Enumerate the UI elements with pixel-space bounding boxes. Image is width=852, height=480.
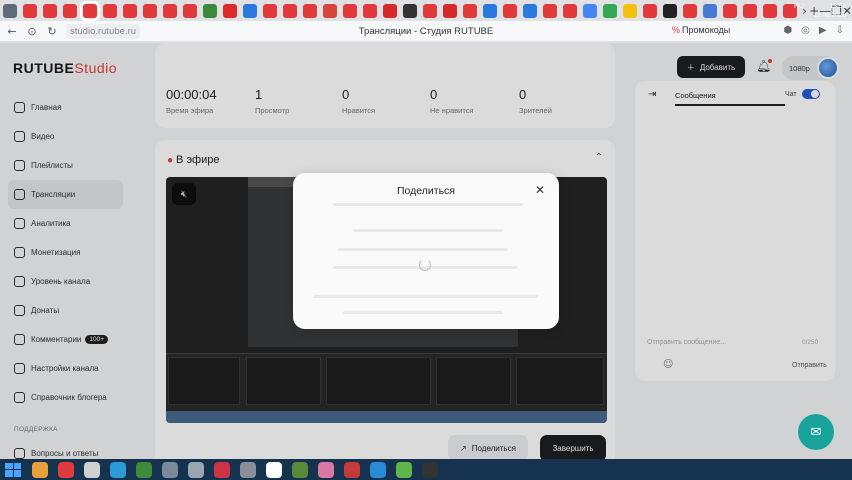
- google-icon[interactable]: [583, 3, 597, 18]
- blue-icon[interactable]: [523, 3, 537, 18]
- close-icon[interactable]: ✕: [535, 183, 545, 197]
- yandex-icon[interactable]: [563, 3, 577, 18]
- yandex-icon[interactable]: [283, 3, 297, 18]
- loading-spinner-icon: [419, 259, 431, 271]
- taskbar-app-icon[interactable]: [292, 461, 308, 478]
- os-taskbar: [0, 459, 852, 480]
- loading-placeholder: [338, 248, 508, 251]
- taskbar-app-icon[interactable]: [136, 461, 152, 478]
- taskbar-app-icon[interactable]: [162, 461, 178, 478]
- loading-placeholder: [313, 295, 538, 298]
- gmail-icon[interactable]: [323, 3, 337, 18]
- taskbar-app-icon[interactable]: [344, 461, 360, 478]
- yandex-icon[interactable]: [763, 3, 777, 18]
- play-icon[interactable]: ▶: [819, 25, 827, 36]
- yandex-icon[interactable]: [743, 3, 757, 18]
- rutube-icon[interactable]: [183, 3, 197, 18]
- yandex-icon[interactable]: [263, 3, 277, 18]
- yandex-icon[interactable]: [463, 3, 477, 18]
- yandex-browser-icon[interactable]: [3, 3, 17, 18]
- taskbar-app-icon[interactable]: [370, 461, 386, 478]
- yandex-icon[interactable]: [63, 3, 77, 18]
- promo-icon: %: [672, 25, 681, 35]
- github-icon[interactable]: [663, 3, 677, 18]
- google-icon[interactable]: [603, 3, 617, 18]
- taskbar-app-icon[interactable]: [58, 461, 74, 478]
- url-field[interactable]: studio.rutube.ru: [66, 23, 141, 39]
- clock-date: 12.08.2026: [813, 12, 846, 19]
- taskbar-app-icon[interactable]: [188, 461, 204, 478]
- yandex-icon[interactable]: [303, 3, 317, 18]
- green-icon[interactable]: [203, 3, 217, 18]
- pinterest-icon[interactable]: [443, 3, 457, 18]
- promo-button[interactable]: % Промокоды: [672, 25, 730, 35]
- taskbar-app-icon[interactable]: [110, 461, 126, 478]
- taskbar-app-icon[interactable]: [266, 461, 282, 478]
- taskbar-app-icon[interactable]: [318, 461, 334, 478]
- yandex-icon[interactable]: [543, 3, 557, 18]
- promo-label: Промокоды: [682, 25, 731, 35]
- youtube-icon[interactable]: [223, 3, 237, 18]
- address-bar-tools: ⬢ ◎ ▶ ⇩: [783, 25, 844, 36]
- pinterest-icon[interactable]: [383, 3, 397, 18]
- taskbar-app-icon[interactable]: [214, 461, 230, 478]
- yandex-icon[interactable]: [123, 3, 137, 18]
- doc-icon[interactable]: [703, 3, 717, 18]
- address-bar: ← ⊙ ↻ studio.rutube.ru Трансляции - Студ…: [0, 21, 852, 42]
- taskbar-app-icon[interactable]: [84, 461, 100, 478]
- yandex-icon[interactable]: [723, 3, 737, 18]
- mail-icon[interactable]: [243, 3, 257, 18]
- downloads-icon[interactable]: ⇩: [836, 25, 844, 36]
- rutube-icon[interactable]: [163, 3, 177, 18]
- loading-placeholder: [333, 203, 523, 206]
- protect-icon[interactable]: ⊙: [24, 25, 40, 38]
- clock-time: 13:52: [829, 3, 846, 10]
- rutube-icon[interactable]: [80, 0, 100, 21]
- yandex-icon[interactable]: [643, 3, 657, 18]
- taskbar-app-icon[interactable]: [32, 461, 48, 478]
- taskbar-app-icon[interactable]: [240, 461, 256, 478]
- system-clock[interactable]: 13:52 12.08.2026: [813, 2, 846, 20]
- bulb-icon[interactable]: [623, 3, 637, 18]
- support-chat-button[interactable]: ✉: [798, 414, 834, 450]
- loading-placeholder: [343, 311, 503, 314]
- dark-icon[interactable]: [403, 3, 417, 18]
- taskbar-app-icon[interactable]: [422, 461, 438, 478]
- blue-icon[interactable]: [483, 3, 497, 18]
- bookmark-icon[interactable]: ⬢: [783, 25, 792, 36]
- browser-tab-strip: › + — ❐ ✕: [0, 0, 852, 21]
- yandex-icon[interactable]: [363, 3, 377, 18]
- rutube-icon[interactable]: [103, 3, 117, 18]
- extensions-icon[interactable]: ◎: [801, 25, 810, 36]
- refresh-icon[interactable]: ↻: [44, 25, 60, 38]
- taskbar-app-icon[interactable]: [396, 461, 412, 478]
- yandex-icon[interactable]: [23, 3, 37, 18]
- language-indicator[interactable]: RU: [794, 3, 804, 10]
- yandex-icon[interactable]: [343, 3, 357, 18]
- loading-placeholder: [353, 229, 503, 232]
- share-dialog-title: Поделиться: [397, 185, 455, 197]
- rutube-icon[interactable]: [143, 3, 157, 18]
- yandex-icon[interactable]: [423, 3, 437, 18]
- share-dialog: Поделиться ✕: [293, 173, 559, 329]
- windows-start-icon[interactable]: [5, 462, 21, 477]
- back-icon[interactable]: ←: [4, 25, 20, 38]
- rutube-icon[interactable]: [503, 3, 517, 18]
- rutube-icon[interactable]: [43, 3, 57, 18]
- yandex-icon[interactable]: [683, 3, 697, 18]
